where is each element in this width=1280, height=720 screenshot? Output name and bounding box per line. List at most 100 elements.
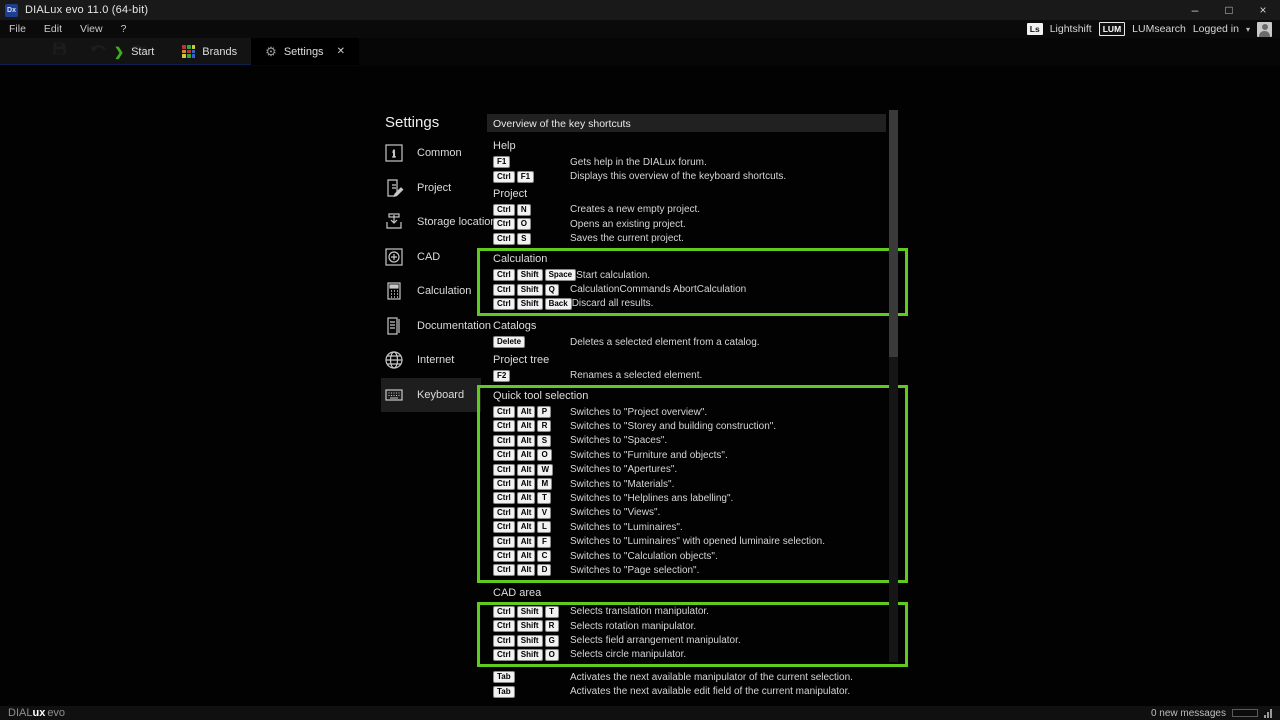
sidebar-item-cad[interactable]: CAD — [381, 240, 481, 275]
lightshift-icon: Ls — [1027, 23, 1043, 35]
keycap: Alt — [517, 507, 536, 519]
shortcut-description: Switches to "Helplines ans labelling". — [570, 493, 733, 504]
scrollbar-thumb[interactable] — [889, 110, 898, 357]
shortcut-description: Selects field arrangement manipulator. — [570, 635, 741, 646]
highlight-box: Quick tool selectionCtrlAltPSwitches to … — [477, 385, 908, 583]
key-combo: CtrlO — [493, 218, 570, 230]
shortcut-description: Switches to "Apertures". — [570, 464, 677, 475]
tab-start[interactable]: ❯ Start — [100, 38, 168, 65]
shortcut-row: CtrlAltOSwitches to "Furniture and objec… — [493, 448, 886, 462]
keycap: R — [537, 420, 551, 432]
keycap: L — [537, 521, 551, 533]
sidebar-item-documentation[interactable]: Documentation — [381, 309, 481, 344]
sidebar-item-calculation[interactable]: Calculation — [381, 274, 481, 309]
logged-in-menu[interactable]: Logged in — [1193, 23, 1239, 35]
shortcut-sections: HelpF1Gets help in the DIALux forum.Ctrl… — [487, 132, 886, 699]
shortcut-description: Creates a new empty project. — [570, 204, 700, 215]
sidebar-item-common[interactable]: iCommon — [381, 136, 481, 171]
key-combo: CtrlAltW — [493, 464, 570, 476]
keycap: F1 — [493, 156, 510, 168]
shortcut-description: CalculationCommands AbortCalculation — [570, 284, 746, 295]
keycap: F — [537, 536, 551, 548]
sidebar-item-project[interactable]: Project — [381, 171, 481, 206]
keycap: W — [537, 464, 553, 476]
keycap: Shift — [517, 298, 543, 310]
keycap: Alt — [517, 492, 536, 504]
shortcut-description: Selects circle manipulator. — [570, 649, 686, 660]
keycap: Ctrl — [493, 204, 515, 216]
keycap: Shift — [517, 284, 543, 296]
messages-count[interactable]: 0 new messages — [1151, 708, 1226, 719]
keycap: Alt — [517, 564, 536, 576]
keycap: Shift — [517, 269, 543, 281]
keycap: Shift — [517, 620, 543, 632]
dialux-logo: DIALuxevo — [8, 707, 65, 719]
maximize-button[interactable]: □ — [1212, 0, 1246, 20]
key-combo: CtrlAltD — [493, 564, 570, 576]
keycap: Ctrl — [493, 492, 515, 504]
keycap: Shift — [517, 606, 543, 618]
lumsearch-link[interactable]: LUMsearch — [1132, 23, 1186, 35]
key-combo: Delete — [493, 336, 570, 348]
main-area: Settings iCommonProjectStorage locations… — [0, 66, 1280, 706]
shortcut-description: Selects translation manipulator. — [570, 606, 709, 617]
key-combo: CtrlAltV — [493, 507, 570, 519]
shortcut-description: Switches to "Project overview". — [570, 407, 707, 418]
sidebar-item-keyboard[interactable]: Keyboard — [381, 378, 481, 413]
avatar[interactable] — [1257, 22, 1272, 37]
shortcut-description: Displays this overview of the keyboard s… — [570, 171, 786, 182]
account-area: Ls Lightshift LUM LUMsearch Logged in ▾ — [1027, 22, 1280, 37]
highlight-box: CtrlShiftTSelects translation manipulato… — [477, 602, 908, 668]
close-tab-icon[interactable]: ✕ — [337, 46, 345, 57]
keycap: Ctrl — [493, 171, 515, 183]
key-combo: CtrlShiftT — [493, 606, 570, 618]
tab-settings[interactable]: ⚙Settings✕ — [251, 38, 359, 65]
close-button[interactable]: × — [1246, 0, 1280, 20]
minimize-button[interactable]: – — [1178, 0, 1212, 20]
keyboard-icon — [384, 385, 404, 405]
chevron-down-icon[interactable]: ▾ — [1246, 25, 1250, 34]
sidebar-item-internet[interactable]: Internet — [381, 343, 481, 378]
progress-bar — [1232, 709, 1258, 717]
calculator-icon — [384, 281, 404, 301]
menu-items: FileEditView? — [0, 23, 135, 35]
menu-item-edit[interactable]: Edit — [35, 23, 71, 35]
shortcut-content: Overview of the key shortcuts HelpF1Gets… — [487, 114, 886, 699]
keycap: Ctrl — [493, 606, 515, 618]
keycap: Ctrl — [493, 635, 515, 647]
keycap: Ctrl — [493, 564, 515, 576]
lightshift-link[interactable]: Lightshift — [1050, 23, 1092, 35]
keycap: P — [537, 406, 551, 418]
signal-strength-icon — [1264, 709, 1272, 718]
shortcut-row: DeleteDeletes a selected element from a … — [493, 335, 886, 349]
sidebar-item-storage-locations[interactable]: Storage locations — [381, 205, 481, 240]
key-combo: CtrlAltC — [493, 550, 570, 562]
keycap: Shift — [517, 649, 543, 661]
save-icon[interactable] — [52, 41, 67, 61]
shortcut-row: CtrlShiftOSelects circle manipulator. — [493, 648, 886, 662]
shortcut-description: Renames a selected element. — [570, 370, 702, 381]
shortcut-description: Switches to "Calculation objects". — [570, 551, 718, 562]
keycap: Space — [545, 269, 577, 281]
shortcut-description: Saves the current project. — [570, 233, 684, 244]
menu-item-help[interactable]: ? — [112, 23, 136, 35]
title-bar: Dx DIALux evo 11.0 (64-bit) – □ × — [0, 0, 1280, 20]
scrollbar[interactable] — [889, 110, 898, 662]
keycap: Alt — [517, 449, 536, 461]
shortcut-description: Selects rotation manipulator. — [570, 621, 696, 632]
menu-item-file[interactable]: File — [0, 23, 35, 35]
keycap: Alt — [517, 420, 536, 432]
page-title: Settings — [385, 114, 439, 131]
keycap: V — [537, 507, 551, 519]
shortcut-row: CtrlAltTSwitches to "Helplines ans label… — [493, 491, 886, 505]
key-combo: CtrlShiftSpace — [493, 269, 576, 281]
menu-item-view[interactable]: View — [71, 23, 112, 35]
section-title: Project tree — [493, 354, 886, 367]
start-arrow-icon: ❯ — [114, 45, 124, 59]
key-combo: CtrlShiftG — [493, 635, 570, 647]
shortcut-description: Switches to "Luminaires" with opened lum… — [570, 536, 825, 547]
shortcut-description: Switches to "Materials". — [570, 479, 674, 490]
tab-brands[interactable]: Brands — [168, 38, 251, 65]
shortcut-row: CtrlAltFSwitches to "Luminaires" with op… — [493, 534, 886, 548]
tab-label: Start — [131, 46, 154, 58]
